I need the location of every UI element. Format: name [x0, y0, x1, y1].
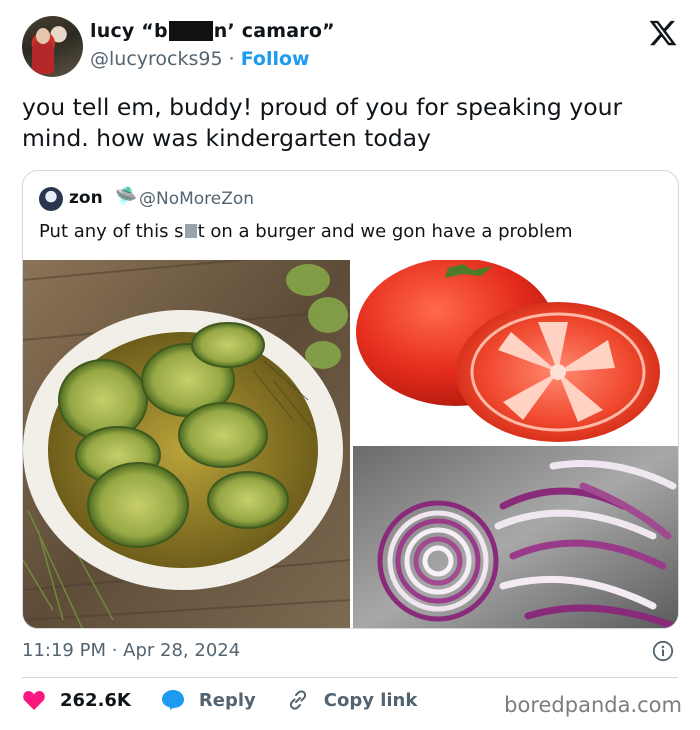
author-name-prefix: lucy “b [90, 20, 168, 42]
info-icon[interactable] [652, 640, 674, 662]
tweet-time: 11:19 PM [22, 640, 106, 661]
quoted-author-name: zon [69, 188, 103, 208]
tweet-text: you tell em, buddy! proud of you for spe… [22, 93, 623, 152]
tweet-date: Apr 28, 2024 [123, 640, 241, 661]
red-onion-image[interactable] [353, 446, 678, 628]
author-name[interactable]: lucy “b n’ camaro” [90, 20, 335, 42]
reply-label: Reply [198, 689, 256, 711]
timestamp-separator: · [105, 640, 124, 661]
heart-icon [23, 691, 45, 710]
quoted-text-prefix: Put any of this s [39, 221, 184, 242]
like-count: 262.6K [60, 689, 131, 711]
action-bar: 262.6K Reply Copy link [22, 688, 447, 712]
author-avatar[interactable] [22, 16, 83, 77]
handle-separator: · [222, 48, 241, 70]
link-icon [289, 690, 306, 710]
boredpanda-watermark: boredpanda.com [504, 693, 682, 717]
reply-button[interactable]: Reply [161, 689, 256, 711]
tomato-image[interactable] [353, 260, 678, 443]
author-handle-row: @lucyrocks95 · Follow [90, 48, 310, 70]
pickles-image[interactable] [23, 260, 350, 628]
copy-link-button[interactable]: Copy link [286, 688, 418, 712]
reply-bubble-icon [161, 690, 184, 710]
quoted-tweet-text: Put any of this s t on a burger and we go… [39, 221, 573, 242]
redaction-bar [168, 21, 213, 41]
x-logo-icon[interactable] [648, 18, 678, 48]
divider [22, 677, 678, 678]
quoted-text-suffix: t on a burger and we gon have a problem [197, 221, 573, 242]
like-button[interactable]: 262.6K [22, 689, 131, 711]
media-grid [23, 260, 678, 628]
quoted-author-handle: @NoMoreZon [139, 189, 255, 209]
ufo-icon: 🛸 [115, 186, 138, 207]
tweet-timestamp[interactable]: 11:19 PM · Apr 28, 2024 [22, 640, 240, 661]
author-name-suffix: n’ camaro” [213, 20, 335, 42]
author-handle[interactable]: @lucyrocks95 [90, 48, 223, 70]
copy-link-label: Copy link [323, 689, 418, 711]
censor-block [184, 224, 197, 238]
quoted-author-avatar [39, 187, 63, 211]
follow-button[interactable]: Follow [241, 48, 310, 70]
quoted-tweet[interactable]: zon 🛸 @NoMoreZon Put any of this s t on a… [22, 170, 679, 629]
